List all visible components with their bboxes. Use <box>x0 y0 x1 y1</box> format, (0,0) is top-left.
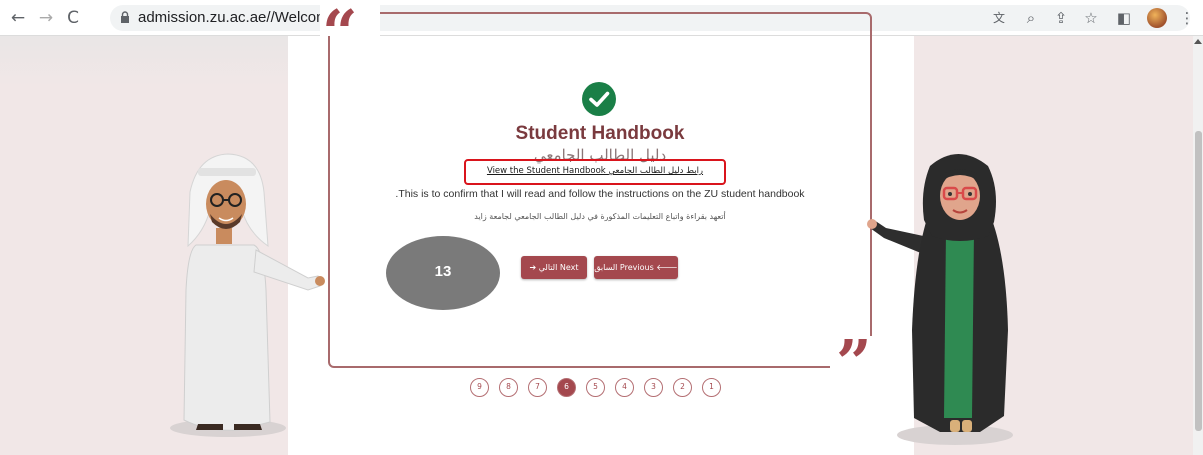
zoom-icon[interactable]: ⌕ <box>1022 9 1040 27</box>
bookmark-star-icon[interactable]: ☆ <box>1082 9 1100 27</box>
menu-icon[interactable]: ⋮ <box>1178 9 1196 27</box>
share-icon[interactable]: ⇪ <box>1052 9 1070 27</box>
reload-icon[interactable]: C <box>63 8 83 28</box>
step-dot[interactable]: 9 <box>470 378 489 397</box>
url-text[interactable]: admission.zu.ac.ae//Welcome <box>138 9 337 26</box>
step-number-badge: 13 <box>386 236 500 310</box>
step-number: 13 <box>434 263 452 280</box>
step-dot[interactable]: 8 <box>499 378 518 397</box>
woman-character-illustration <box>867 154 1013 445</box>
forward-arrow-icon[interactable]: → <box>36 8 56 28</box>
back-arrow-icon[interactable]: ← <box>8 8 28 28</box>
step-dot[interactable]: 2 <box>673 378 692 397</box>
step-dot-active[interactable]: 6 <box>557 378 576 397</box>
page-title: Student Handbook <box>515 123 685 144</box>
side-panel-icon[interactable]: ◧ <box>1115 9 1133 27</box>
check-circle-icon <box>582 82 616 116</box>
view-handbook-link-text[interactable]: View the Student Handbook رابط دليل الطا… <box>466 166 724 176</box>
open-quote-icon: “ <box>322 0 358 69</box>
scroll-thumb[interactable] <box>1195 131 1202 431</box>
next-button[interactable]: ➔ التالي Next <box>521 256 587 279</box>
step-dot[interactable]: 3 <box>644 378 663 397</box>
step-dot[interactable]: 1 <box>702 378 721 397</box>
view-handbook-link[interactable]: View the Student Handbook رابط دليل الطا… <box>464 159 726 185</box>
step-dot[interactable]: 4 <box>615 378 634 397</box>
confirmation-text: .This is to confirm that I will read and… <box>395 188 805 200</box>
translate-icon[interactable]: 文 <box>990 9 1008 27</box>
lock-icon <box>121 11 129 23</box>
step-dot[interactable]: 5 <box>586 378 605 397</box>
confirmation-text-arabic: أتعهد بقراءة واتباع التعليمات المذكورة ف… <box>474 212 726 221</box>
previous-button[interactable]: السابق Previous 🡐 <box>594 256 678 279</box>
step-dot[interactable]: 7 <box>528 378 547 397</box>
scroll-up-arrow-icon[interactable] <box>1194 39 1202 44</box>
vertical-scrollbar[interactable] <box>1193 36 1203 455</box>
profile-avatar[interactable] <box>1147 8 1167 28</box>
man-character-illustration <box>170 153 325 437</box>
